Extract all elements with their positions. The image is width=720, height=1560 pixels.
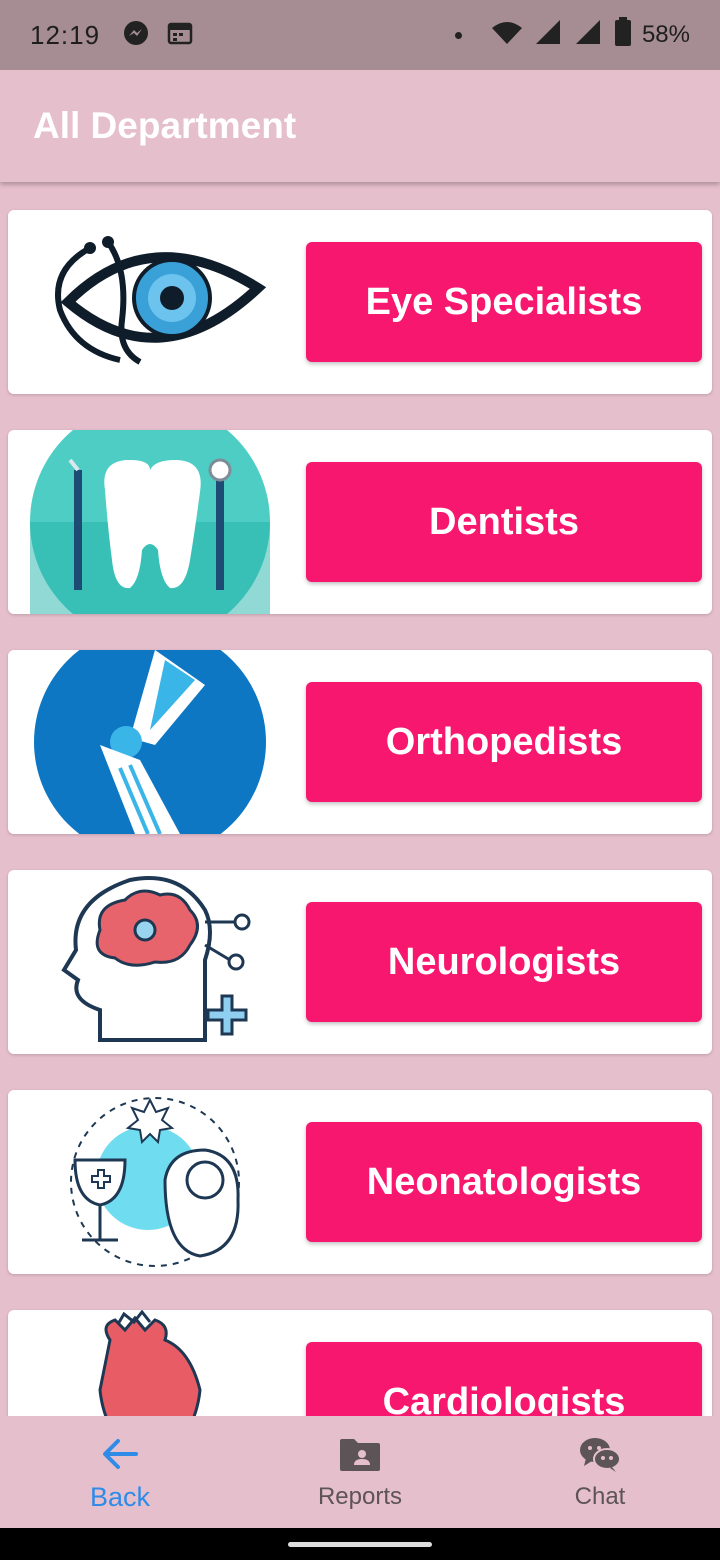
- dentists-button[interactable]: Dentists: [306, 462, 702, 582]
- nav-reports[interactable]: Reports: [240, 1416, 480, 1528]
- cardiologists-button[interactable]: Cardiologists: [306, 1342, 702, 1416]
- arrow-left-icon: [98, 1432, 142, 1476]
- department-card-neurologists: Neurologists: [8, 870, 712, 1054]
- nav-reports-label: Reports: [317, 1483, 403, 1510]
- notification-dot: [454, 31, 462, 39]
- orthopedists-button[interactable]: Orthopedists: [306, 682, 702, 802]
- wifi-icon: [490, 18, 524, 53]
- nav-back[interactable]: Back: [0, 1416, 240, 1528]
- system-navigation-bar: [0, 1528, 720, 1560]
- department-card-eye: Eye Specialists: [8, 210, 712, 394]
- department-card-orthopedists: Orthopedists: [8, 650, 712, 834]
- status-bar: 12:19 58%: [0, 0, 720, 70]
- department-card-dentists: Dentists: [8, 430, 712, 614]
- tooth-icon: [30, 430, 280, 614]
- app-bar: All Department: [0, 70, 720, 182]
- nav-back-label: Back: [89, 1481, 151, 1512]
- department-card-neonatologists: Neonatologists: [8, 1090, 712, 1274]
- brain-head-icon: [30, 870, 280, 1054]
- signal-icon: [534, 18, 564, 53]
- page-title: All Department: [33, 105, 297, 146]
- messenger-icon: [122, 19, 150, 52]
- knee-joint-icon: [30, 650, 280, 834]
- status-time: 12:19: [30, 19, 101, 50]
- neonatologists-button[interactable]: Neonatologists: [306, 1122, 702, 1242]
- battery-percent: 58%: [641, 21, 690, 48]
- department-list[interactable]: Eye Specialists Dentists Orthopedists Ne…: [0, 182, 720, 1416]
- signal-icon-2: [574, 18, 604, 53]
- newborn-icon: [30, 1090, 280, 1274]
- nav-chat-label: Chat: [574, 1483, 626, 1510]
- nav-chat[interactable]: Chat: [480, 1416, 720, 1528]
- neurologists-button[interactable]: Neurologists: [306, 902, 702, 1022]
- home-indicator[interactable]: [288, 1542, 432, 1547]
- eye-specialists-button[interactable]: Eye Specialists: [306, 242, 702, 362]
- department-card-cardiologists: Cardiologists: [8, 1310, 712, 1416]
- folder-user-icon: [338, 1433, 382, 1477]
- heart-icon: [30, 1310, 280, 1416]
- battery-icon: [614, 16, 632, 54]
- chat-bubbles-icon: [578, 1433, 622, 1477]
- calendar-icon: [166, 19, 194, 52]
- eye-stethoscope-icon: [30, 210, 280, 394]
- bottom-navigation: Back Reports Chat: [0, 1416, 720, 1528]
